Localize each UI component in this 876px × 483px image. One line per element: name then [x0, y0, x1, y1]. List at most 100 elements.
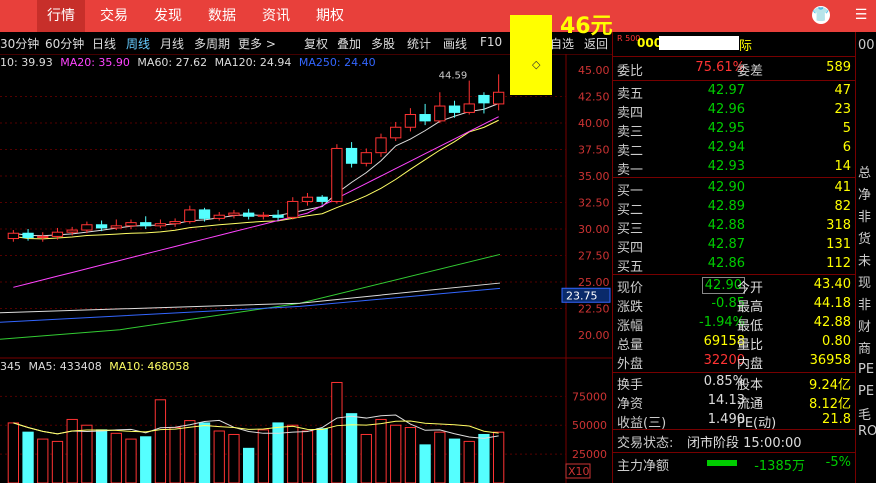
netflow-value: -1385万: [754, 459, 805, 474]
tab-hangqing[interactable]: 行情: [37, 0, 85, 32]
price-tick-label: 40.00: [578, 117, 610, 130]
buy-row[interactable]: 买五 42.86 112: [613, 256, 855, 275]
quote-row[interactable]: 涨幅 -1.94% 最低 42.88: [613, 315, 855, 334]
buy-row[interactable]: 买二 42.89 82: [613, 199, 855, 218]
buy-volume: 131: [826, 237, 851, 252]
quote-label-2: 最高: [737, 300, 764, 315]
volume-bar: [404, 427, 417, 483]
stat-label-2: 流通: [737, 397, 764, 412]
volume-bar: [154, 399, 167, 483]
sell-volume: 14: [834, 159, 851, 174]
quote-label-2: 今开: [737, 281, 764, 296]
netflow-label: 主力净额: [617, 459, 670, 474]
period-monthly[interactable]: 月线: [160, 35, 184, 52]
candle-body: [272, 214, 284, 218]
volume-bar: [478, 433, 490, 483]
volume-bar: [37, 438, 49, 483]
sell-price: 42.95: [707, 121, 745, 136]
ma250-line: [0, 287, 501, 323]
sell-row[interactable]: 卖一 42.93 14: [613, 159, 855, 178]
volume-bar: [213, 430, 225, 483]
sell-row[interactable]: 卖二 42.94 6: [613, 140, 855, 159]
btn-huaxian[interactable]: 画线: [443, 35, 467, 52]
period-weekly[interactable]: 周线: [126, 35, 150, 52]
buy-row[interactable]: 买一 42.90 41: [613, 180, 855, 199]
btn-duogu[interactable]: 多股: [371, 35, 395, 52]
btn-f10[interactable]: F10: [480, 35, 502, 49]
tab-faxian[interactable]: 发现: [154, 0, 182, 32]
volume-bar: [375, 418, 387, 483]
candle-body: [257, 214, 269, 217]
sell-volume: 23: [834, 102, 851, 117]
quote-row[interactable]: 外盘 32200 内盘 36958: [613, 353, 855, 372]
vol-legend: 345 MA5: 433408 MA10: 468058: [0, 360, 189, 373]
volume-bar: [7, 422, 19, 483]
volume-bar: [272, 422, 284, 483]
tab-qiquan[interactable]: 期权: [316, 0, 344, 32]
quote-row[interactable]: 现价 42.90 今开 43.40: [613, 277, 855, 296]
candle-body: [287, 200, 299, 218]
stat-row[interactable]: 换手 0.85% 股本 9.24亿: [613, 374, 855, 393]
quote-label-2: 量比: [737, 338, 764, 353]
btn-fuquan[interactable]: 复权: [304, 35, 328, 52]
candle-body: [81, 224, 93, 231]
candle-body: [169, 221, 181, 225]
candle-body: [213, 214, 225, 219]
candle-body: [331, 147, 343, 202]
period-more[interactable]: 更多 >: [238, 35, 276, 52]
candle-body: [51, 231, 64, 237]
stock-name-suffix: 际: [739, 39, 753, 54]
volume-bar: [243, 447, 255, 483]
candle-body: [7, 232, 19, 240]
volume-bar: [257, 429, 269, 483]
candle-body: [110, 225, 122, 229]
tab-jiaoyi[interactable]: 交易: [100, 0, 128, 32]
sell-row[interactable]: 卖四 42.96 23: [613, 102, 855, 121]
volume-bar: [463, 440, 475, 483]
btn-diejia[interactable]: 叠加: [337, 35, 361, 52]
volume-bar: [287, 424, 299, 483]
period-multi[interactable]: 多周期: [194, 35, 230, 52]
period-30min[interactable]: 30分钟: [0, 35, 39, 52]
quote-row[interactable]: 涨跌 -0.85 最高 44.18: [613, 296, 855, 315]
quote-value-2: 43.40: [813, 277, 851, 292]
sell-row[interactable]: 卖五 42.97 47: [613, 83, 855, 102]
menu-icon[interactable]: ☰: [852, 6, 870, 24]
stat-row[interactable]: 净资 14.13 流通 8.12亿: [613, 393, 855, 412]
quote-label-1: 总量: [617, 338, 644, 353]
tab-shuju[interactable]: 数据: [208, 0, 236, 32]
far-panel-label: 财: [858, 320, 872, 335]
volume-bar: [95, 429, 108, 483]
quote-value-2: 36958: [809, 353, 851, 368]
btn-tongji[interactable]: 统计: [407, 35, 431, 52]
quote-label-1: 涨幅: [617, 319, 644, 334]
far-panel-label: 净: [858, 188, 872, 203]
price-tick-label: 25.00: [578, 276, 610, 289]
kline-chart[interactable]: 45.00 42.50 40.00 37.50 35.00 32.50 30.00 27.50…: [0, 54, 612, 483]
quote-row[interactable]: 总量 69158 量比 0.80: [613, 334, 855, 353]
volume-bar: [198, 422, 211, 483]
far-panel-label: 商: [858, 342, 872, 357]
buy-row[interactable]: 买四 42.87 131: [613, 237, 855, 256]
volume-bar: [360, 433, 372, 483]
candle-body: [316, 196, 328, 202]
volume-bar: [345, 413, 358, 483]
weicha-value: 589: [826, 60, 851, 75]
buy-price: 42.86: [707, 256, 745, 271]
volume-bar: [169, 427, 181, 483]
tab-zixun[interactable]: 资讯: [262, 0, 290, 32]
quote-label-2: 最低: [737, 319, 764, 334]
shirt-icon[interactable]: 👕: [812, 6, 830, 24]
sell-row[interactable]: 卖三 42.95 5: [613, 121, 855, 140]
period-daily[interactable]: 日线: [92, 35, 116, 52]
price-tick-label: 20.00: [578, 329, 610, 342]
period-60min[interactable]: 60分钟: [45, 35, 84, 52]
volume-bar: [301, 430, 314, 483]
buy-row[interactable]: 买三 42.88 318: [613, 218, 855, 237]
sell-volume: 6: [842, 140, 851, 155]
candle-body: [345, 147, 358, 164]
buy-volume: 82: [834, 199, 851, 214]
buy-price: 42.88: [707, 218, 745, 233]
weibi-label: 委比: [617, 64, 644, 79]
netflow-bar: [707, 460, 737, 466]
